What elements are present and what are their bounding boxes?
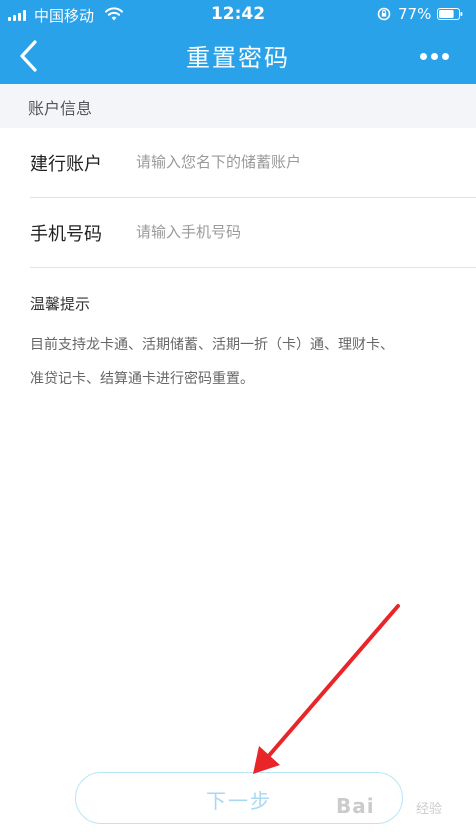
tips-body: 目前支持龙卡通、活期储蓄、活期一折（卡）通、理财卡、 准贷记卡、结算通卡进行密码…	[30, 328, 450, 396]
tips-title: 温馨提示	[30, 295, 91, 313]
page-title: 重置密码	[186, 44, 290, 72]
tips-line: 准贷记卡、结算通卡进行密码重置。	[30, 371, 254, 387]
divider	[30, 267, 476, 268]
next-button-label: 下一步	[206, 789, 272, 813]
more-button[interactable]	[414, 44, 454, 68]
watermark-subtext: 经验	[416, 802, 443, 817]
status-bar: 中国移动 12:42 77%	[0, 0, 476, 28]
phone-row: 手机号码	[0, 198, 476, 268]
app-header: 中国移动 12:42 77% 重置密码	[0, 0, 476, 84]
tips-line: 目前支持龙卡通、活期储蓄、活期一折（卡）通、理财卡、	[30, 337, 394, 353]
phone-label: 手机号码	[30, 224, 102, 245]
battery-percent: 77%	[398, 5, 432, 23]
account-row: 建行账户	[0, 128, 476, 198]
section-title: 账户信息	[28, 99, 93, 118]
rotation-lock-icon	[377, 7, 391, 21]
battery-icon	[437, 8, 463, 20]
section-header: 账户信息	[0, 84, 476, 128]
account-label: 建行账户	[30, 154, 102, 175]
phone-input[interactable]	[136, 216, 436, 248]
next-button[interactable]: 下一步	[75, 772, 403, 824]
ellipsis-icon	[420, 53, 427, 60]
account-input[interactable]	[136, 146, 436, 178]
nav-bar: 重置密码	[0, 28, 476, 84]
